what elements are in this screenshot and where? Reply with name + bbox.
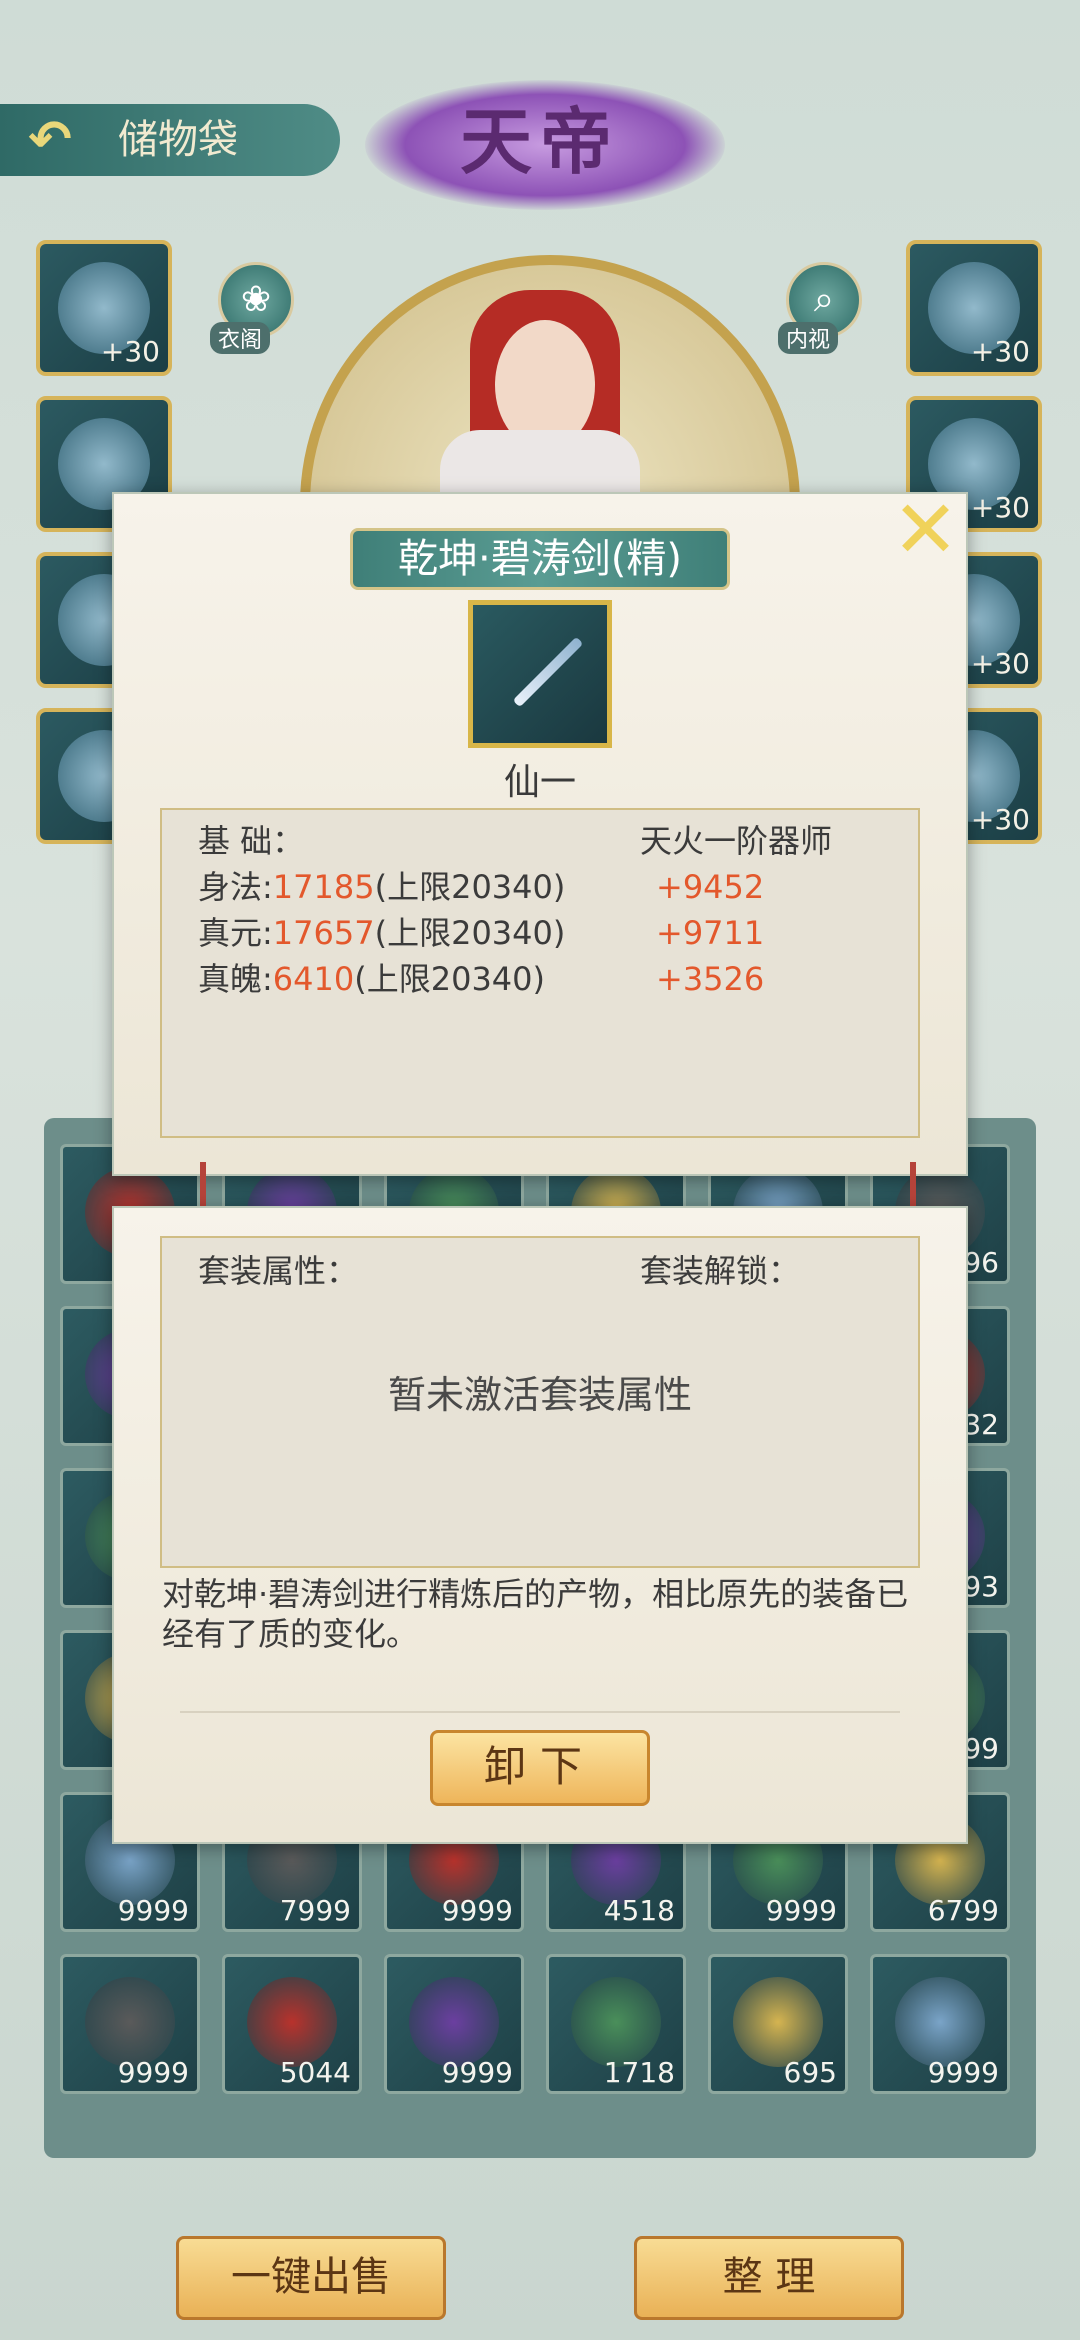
item-count: 695	[783, 2056, 837, 2089]
close-icon[interactable]: ✕	[892, 490, 959, 570]
item-count: 9999	[441, 1894, 513, 1927]
item-count: 6799	[927, 1894, 999, 1927]
equip-slot-ring[interactable]: +30	[906, 240, 1042, 376]
item-count: 9999	[765, 1894, 837, 1927]
item-count: 4518	[603, 1894, 675, 1927]
sell-all-button[interactable]: 一键出售	[176, 2236, 446, 2320]
item-count: 9999	[117, 2056, 189, 2089]
sword-icon	[512, 636, 584, 708]
slot-level: +30	[970, 647, 1030, 680]
stat-row: 身法:17185(上限20340)	[198, 868, 566, 906]
item-count: 7999	[279, 1894, 351, 1927]
item-icon	[895, 1977, 985, 2067]
item-icon	[468, 600, 612, 748]
smith-label: 天火一阶器师	[640, 822, 833, 860]
item-name: 乾坤·碧涛剑(精)	[350, 528, 730, 590]
item-count: 5044	[279, 2056, 351, 2089]
item-icon	[247, 1977, 337, 2067]
stat-bonus: +9452	[656, 868, 765, 906]
slot-level: +30	[100, 335, 160, 368]
stat-row: 真元:17657(上限20340)	[198, 914, 566, 952]
equip-slot-weapon[interactable]: +30	[36, 240, 172, 376]
set-unlock-label: 套装解锁：	[640, 1252, 801, 1290]
item-icon	[733, 1977, 823, 2067]
unequip-button[interactable]: 卸下	[430, 1730, 650, 1806]
item-count: 1718	[603, 2056, 675, 2089]
inventory-cell[interactable]: 9999	[384, 1954, 524, 2094]
page-title: 储物袋	[118, 117, 238, 163]
item-count: 9999	[441, 2056, 513, 2089]
slot-level: +30	[970, 491, 1030, 524]
inventory-cell[interactable]: 5044	[222, 1954, 362, 2094]
stat-bonus: +9711	[656, 914, 765, 952]
set-empty-text: 暂未激活套装属性	[387, 1373, 692, 1417]
slot-level: +30	[970, 803, 1030, 836]
realm-title: 天帝	[459, 99, 620, 184]
divider	[180, 1711, 900, 1713]
inventory-cell[interactable]: 695	[708, 1954, 848, 2094]
inventory-cell[interactable]: 9999	[870, 1954, 1010, 2094]
inventory-cell[interactable]: 1718	[546, 1954, 686, 2094]
item-description: 对乾坤·碧涛剑进行精炼后的产物，相比原先的装备已经有了质的变化。	[162, 1575, 909, 1653]
item-count: 9999	[117, 1894, 189, 1927]
back-arrow-icon[interactable]: ↶	[14, 112, 86, 168]
item-icon	[409, 1977, 499, 2067]
item-grade: 仙一	[503, 762, 576, 803]
item-count: 93	[963, 1570, 999, 1603]
stat-bonus: +3526	[656, 960, 765, 998]
item-icon	[571, 1977, 661, 2067]
inner-view-label[interactable]: 内视	[778, 322, 839, 354]
stat-row: 真魄:6410(上限20340)	[198, 960, 546, 998]
slot-level: +30	[970, 335, 1030, 368]
wardrobe-label[interactable]: 衣阁	[210, 322, 271, 354]
set-label: 套装属性：	[198, 1252, 359, 1290]
item-icon	[85, 1977, 175, 2067]
item-count: 9999	[927, 2056, 999, 2089]
base-label: 基 础：	[198, 822, 305, 860]
sort-button[interactable]: 整 理	[634, 2236, 904, 2320]
inventory-cell[interactable]: 9999	[60, 1954, 200, 2094]
